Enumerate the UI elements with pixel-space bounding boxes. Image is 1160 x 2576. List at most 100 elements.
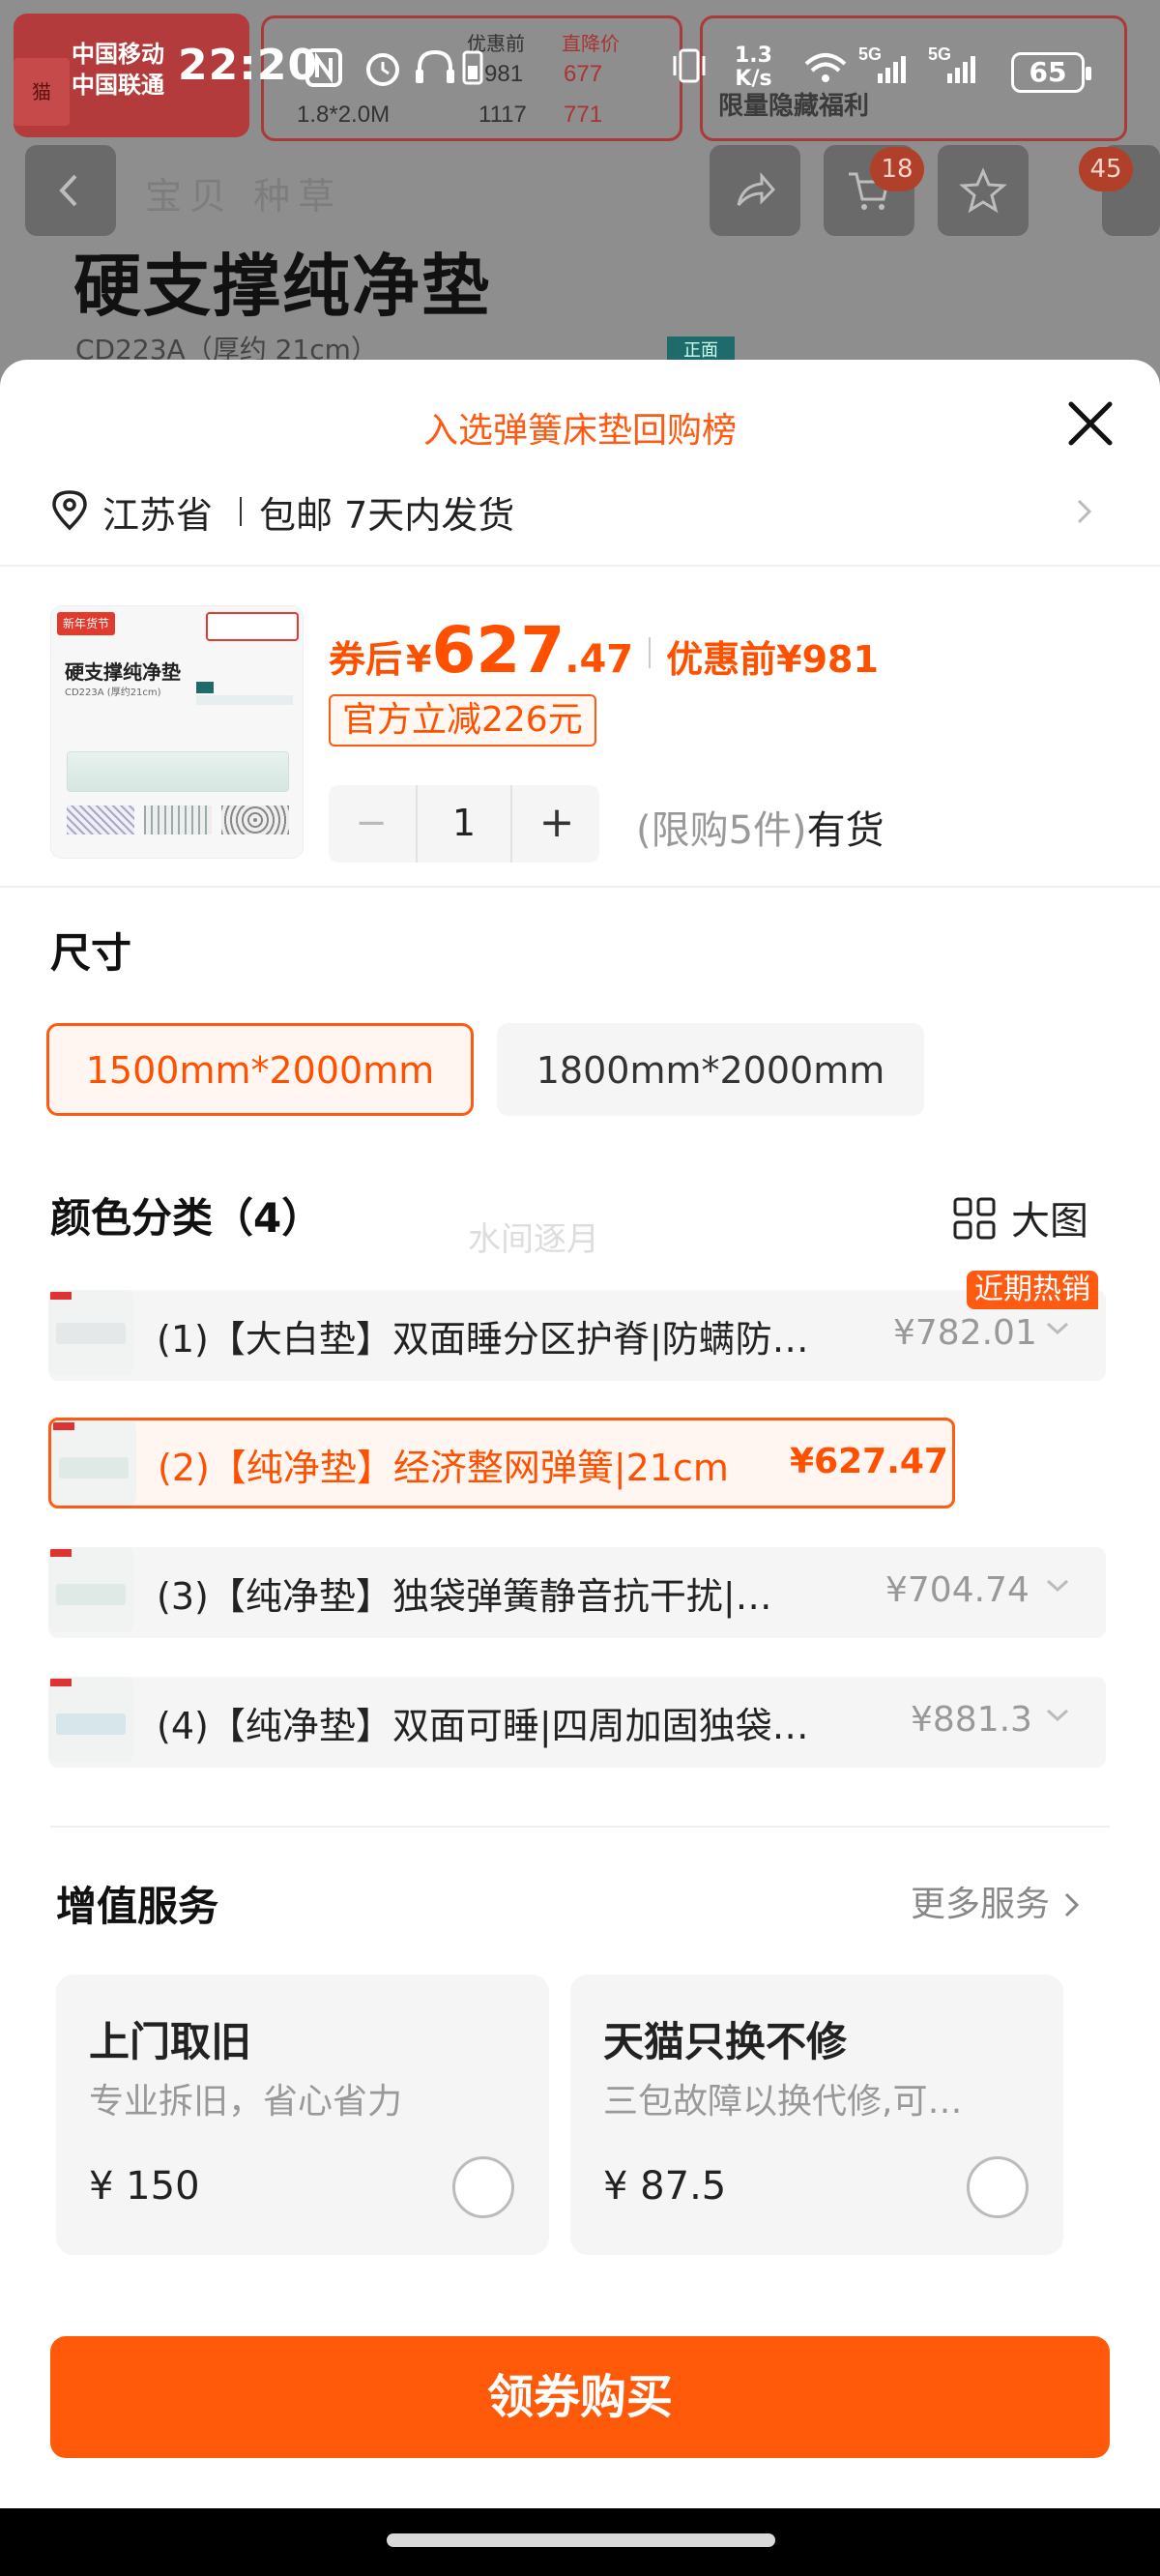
thumb-coupon	[206, 612, 299, 641]
star-icon	[959, 167, 1007, 214]
share-button[interactable]	[710, 145, 800, 236]
favorite-button[interactable]	[938, 145, 1029, 236]
product-thumbnail[interactable]: 新年货节 硬支撑纯净垫 CD223A (厚约21cm)	[50, 605, 304, 859]
back-arrow-icon	[59, 174, 77, 207]
price-integer: 627	[431, 613, 566, 688]
service-description: 专业拆旧，省心省力	[89, 2082, 403, 2122]
sku-selection-sheet: 入选弹簧床垫回购榜 江苏省 包邮 7天内发货 新年货节 硬支撑纯净垫 CD223…	[0, 360, 1160, 2508]
alarm-icon	[366, 53, 399, 86]
more-services-link[interactable]: 更多服务	[911, 1876, 1082, 1930]
services-heading: 增值服务	[56, 1883, 219, 1930]
close-icon[interactable]	[1061, 395, 1119, 453]
ranking-banner[interactable]: 入选弹簧床垫回购榜	[0, 402, 1160, 453]
color-option-2[interactable]: (2)【纯净垫】经济整网弹簧|21cm ¥627.47	[48, 1418, 955, 1508]
service-title: 天猫只换不修	[603, 2018, 848, 2065]
color-option-thumbnail	[48, 1547, 133, 1632]
signal-5g-icon-1: 5G	[858, 44, 906, 83]
color-option-thumbnail	[51, 1420, 136, 1506]
original-price: ¥981	[776, 638, 879, 681]
network-icons: 5G 5G	[673, 44, 975, 83]
separator	[240, 497, 242, 526]
thumb-banner: 新年货节	[57, 612, 115, 635]
service-card-old-removal[interactable]: 上门取旧 专业拆旧，省心省力 ¥ 150	[56, 1975, 549, 2255]
message-count-badge: 45	[1079, 147, 1133, 191]
color-option-label: (1)【大白垫】双面睡分区护脊|防螨防…	[157, 1318, 809, 1361]
service-card-replace-only[interactable]: 天猫只换不修 三包故障以换代修,可… ¥ 87.5	[570, 1975, 1063, 2255]
system-navigation-bar	[0, 2508, 1160, 2576]
svg-text:5G: 5G	[928, 44, 951, 64]
carrier-name: 中国移动	[72, 41, 164, 68]
service-select-radio[interactable]	[452, 2156, 514, 2218]
service-title: 上门取旧	[89, 2018, 252, 2065]
hot-selling-badge: 近期热销	[967, 1271, 1098, 1309]
claim-coupon-buy-button[interactable]: 领券购买	[50, 2336, 1110, 2458]
stock-availability: 有货	[806, 808, 884, 853]
stock-status: (限购5件)有货	[636, 799, 884, 855]
quantity-stepper: − 1 +	[329, 785, 599, 863]
product-title: 硬支撑纯净垫	[73, 247, 491, 326]
headphones-icon	[416, 49, 454, 83]
price-label: 券后	[329, 638, 403, 681]
chevron-down-icon	[1046, 1322, 1069, 1335]
color-option-1[interactable]: (1)【大白垫】双面睡分区护脊|防螨防… ¥782.01	[48, 1290, 1106, 1381]
chevron-right-icon	[1065, 1892, 1080, 1917]
material-image	[144, 805, 212, 834]
small-battery-icon	[462, 50, 483, 85]
speed-unit: K/s	[735, 67, 772, 91]
service-select-radio[interactable]	[967, 2156, 1029, 2218]
more-services-label: 更多服务	[911, 1885, 1051, 1924]
divider	[0, 886, 1160, 888]
quantity-value[interactable]: 1	[416, 785, 512, 863]
chevron-down-icon	[1046, 1579, 1069, 1593]
thumb-tag	[196, 682, 214, 693]
watermark-text: 水间逐月	[468, 1220, 599, 1259]
chevron-right-icon	[1077, 499, 1092, 524]
color-heading: 颜色分类（4）	[50, 1194, 323, 1242]
back-button[interactable]	[25, 145, 116, 236]
chevron-down-icon	[1046, 1709, 1069, 1722]
material-image	[221, 805, 289, 834]
clock: 22:20	[178, 41, 319, 90]
carrier-name: 中国联通	[72, 72, 164, 99]
status-icons	[305, 48, 483, 87]
size-option-1800[interactable]: 1800mm*2000mm	[497, 1023, 924, 1116]
shipping-info: 包邮 7天内发货	[259, 494, 515, 537]
color-option-label: (2)【纯净垫】经济整网弹簧|21cm	[158, 1447, 729, 1489]
color-option-label: (4)【纯净垫】双面可睡|四周加固独袋…	[157, 1705, 809, 1747]
color-option-3[interactable]: (3)【纯净垫】独袋弹簧静音抗干扰|… ¥704.74	[48, 1547, 1106, 1638]
big-image-label: 大图	[1011, 1199, 1088, 1244]
color-option-label: (3)【纯净垫】独袋弹簧静音抗干扰|…	[157, 1575, 772, 1618]
color-option-thumbnail	[48, 1290, 133, 1375]
color-option-thumbnail	[48, 1677, 133, 1762]
cart-count-badge: 18	[870, 147, 924, 191]
increase-quantity-button[interactable]: +	[514, 785, 599, 863]
divider	[0, 565, 1160, 567]
divider	[50, 1826, 1110, 1828]
service-price: ¥ 87.5	[603, 2164, 727, 2209]
grid-view-icon	[953, 1197, 996, 1240]
signal-5g-icon-2: 5G	[928, 44, 975, 83]
home-indicator[interactable]	[387, 2533, 775, 2547]
color-option-price: ¥627.47	[790, 1442, 948, 1481]
share-icon	[737, 171, 776, 206]
service-price: ¥ 150	[89, 2164, 200, 2209]
service-description: 三包故障以换代修,可…	[603, 2082, 963, 2122]
province-label: 江苏省	[102, 494, 214, 537]
color-option-price: ¥782.01	[893, 1313, 1037, 1353]
color-option-4[interactable]: (4)【纯净垫】双面可睡|四周加固独袋… ¥881.3	[48, 1677, 1106, 1768]
nfc-icon	[305, 48, 342, 87]
currency-symbol: ¥	[406, 638, 432, 681]
decrease-quantity-button[interactable]: −	[329, 785, 414, 863]
thumb-subtitle: CD223A (厚约21cm)	[65, 688, 161, 698]
vibrate-icon	[673, 48, 706, 83]
page-tabs: 宝贝 种草	[145, 175, 343, 218]
color-option-price: ¥881.3	[911, 1700, 1032, 1740]
thumb-title: 硬支撑纯净垫	[65, 660, 181, 684]
purchase-limit: (限购5件)	[636, 808, 807, 853]
size-option-1500[interactable]: 1500mm*2000mm	[46, 1023, 474, 1116]
size-heading: 尺寸	[50, 929, 132, 977]
delivery-address-row[interactable]: 江苏省 包邮 7天内发货	[0, 474, 1160, 543]
battery-indicator: 65	[1011, 52, 1091, 93]
original-price-label: 优惠前	[666, 638, 777, 681]
carrier-info: 中国移动 中国联通	[72, 39, 164, 101]
